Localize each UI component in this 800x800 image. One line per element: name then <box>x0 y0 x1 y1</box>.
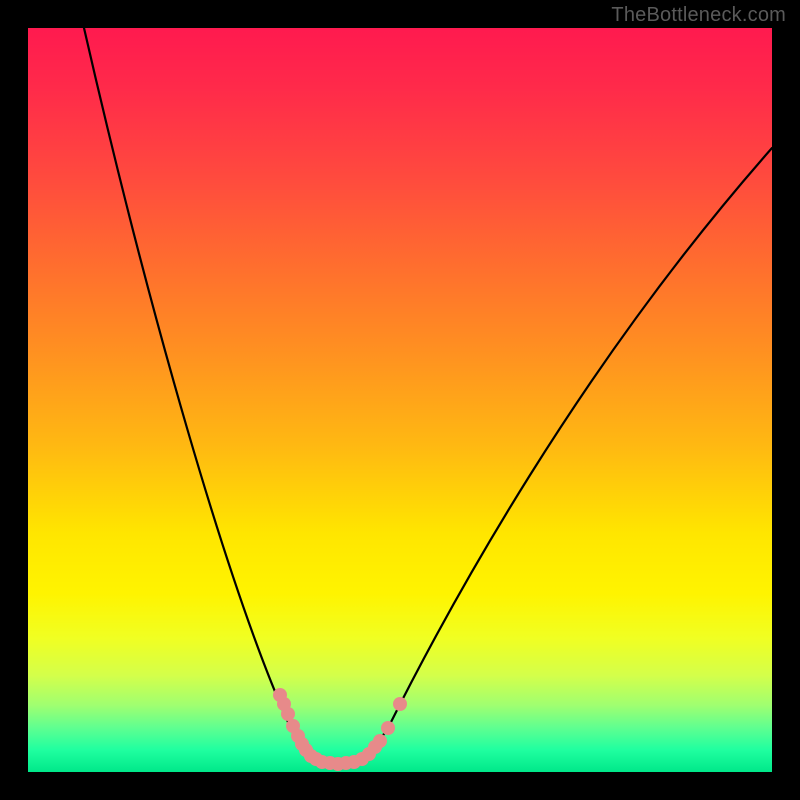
watermark-text: TheBottleneck.com <box>611 4 786 27</box>
chart-frame: TheBottleneck.com <box>0 0 800 800</box>
plot-area <box>28 28 772 772</box>
heat-gradient-background <box>28 28 772 772</box>
